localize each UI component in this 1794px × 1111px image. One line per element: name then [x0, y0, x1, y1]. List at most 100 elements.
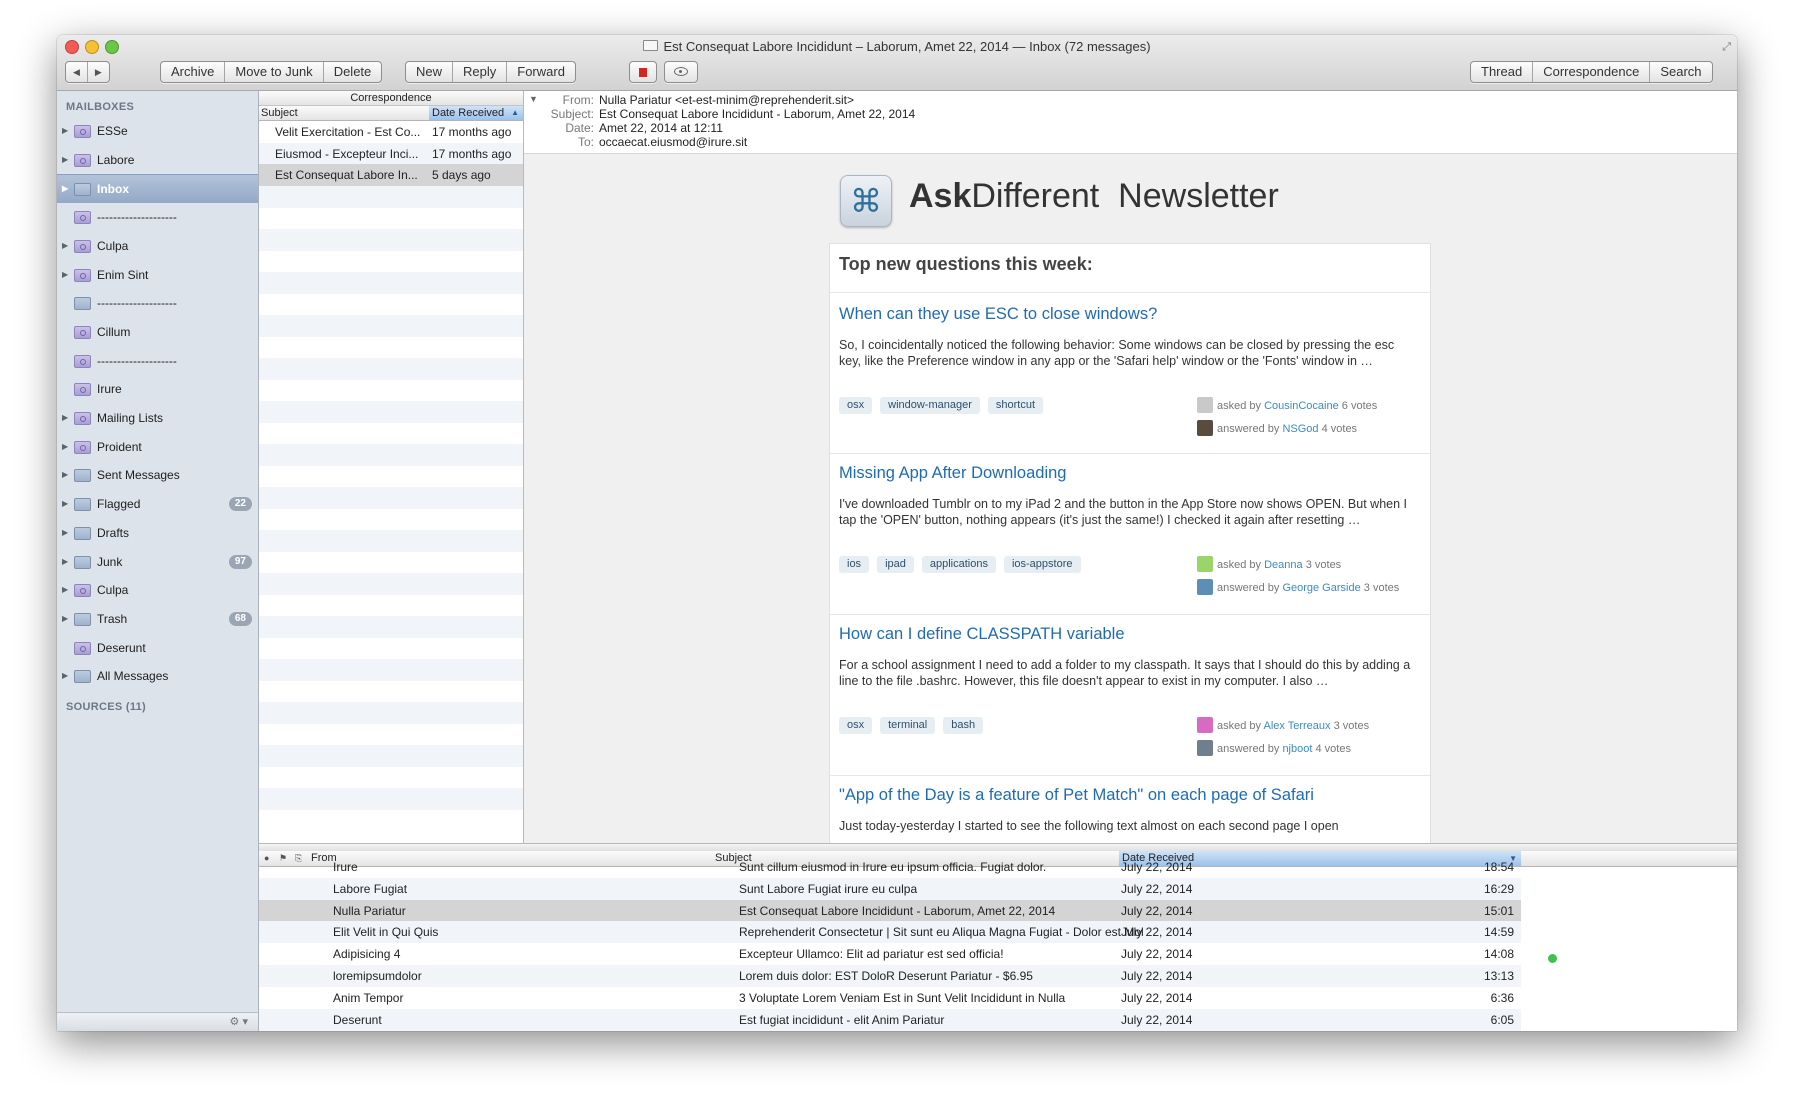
- mailbox-item[interactable]: ▶ Junk 97: [57, 548, 258, 576]
- thread-button[interactable]: Thread: [1471, 62, 1532, 82]
- mailbox-item[interactable]: Irure: [57, 375, 258, 403]
- disclosure-triangle-icon[interactable]: ▶: [62, 433, 68, 461]
- window-title-text: Est Consequat Labore Incididunt – Laboru…: [663, 39, 1151, 54]
- message-date: 17 months ago: [432, 125, 512, 139]
- mailbox-label: --------------------: [97, 210, 177, 225]
- tag-link[interactable]: terminal: [880, 717, 936, 734]
- question-title-link[interactable]: When can they use ESC to close windows?: [839, 305, 1157, 324]
- disclosure-triangle-icon[interactable]: ▶: [62, 175, 68, 203]
- answerer-link[interactable]: George Garside: [1282, 582, 1360, 594]
- disclosure-triangle-icon[interactable]: ▶: [62, 232, 68, 260]
- show-related-button[interactable]: [664, 61, 698, 83]
- thread-message-row[interactable]: Labore Fugiat Sunt Labore Fugiat irure eu…: [259, 877, 1521, 900]
- empty-row: [259, 615, 523, 638]
- mailbox-item[interactable]: ▶ Labore: [57, 146, 258, 174]
- question-title-link[interactable]: How can I define CLASSPATH variable: [839, 625, 1125, 644]
- disclosure-triangle-icon[interactable]: ▶: [62, 404, 68, 432]
- mailbox-item[interactable]: --------------------: [57, 289, 258, 317]
- reply-button[interactable]: Reply: [452, 62, 506, 82]
- answerer-meta: answered by George Garside 3 votes: [1197, 579, 1399, 595]
- mailbox-item[interactable]: ▶ Inbox: [57, 174, 258, 204]
- mailbox-item[interactable]: ▶ ESSe: [57, 117, 258, 145]
- disclosure-triangle-icon[interactable]: ▶: [62, 117, 68, 145]
- asker-link[interactable]: CousinCocaine: [1264, 400, 1339, 412]
- message-row[interactable]: Est Consequat Labore In... 5 days ago: [259, 164, 523, 186]
- tag-link[interactable]: shortcut: [987, 397, 1044, 414]
- thread-message-row[interactable]: Adipisicing 4 Excepteur Ullamco: Elit ad …: [259, 943, 1521, 965]
- received-date: July 22, 2014: [1121, 903, 1193, 918]
- user-avatar: [1197, 579, 1213, 595]
- mailbox-item[interactable]: ▶ Flagged 22: [57, 490, 258, 518]
- asker-label: asked by: [1217, 559, 1262, 571]
- new-message-button[interactable]: New: [406, 62, 452, 82]
- thread-message-row[interactable]: Irure Sunt cillum eiusmod in Irure eu ips…: [259, 856, 1521, 878]
- disclosure-triangle-icon[interactable]: ▶: [62, 261, 68, 289]
- asker-link[interactable]: Alex Terreaux: [1263, 720, 1330, 732]
- move-to-junk-button[interactable]: Move to Junk: [224, 62, 322, 82]
- mailbox-item[interactable]: ▶ Culpa: [57, 576, 258, 604]
- disclosure-triangle-icon[interactable]: ▶: [62, 146, 68, 174]
- back-forward-group: ◀ ▶: [65, 61, 110, 83]
- mailbox-item[interactable]: Deserunt: [57, 634, 258, 662]
- asker-link[interactable]: Deanna: [1264, 559, 1303, 571]
- mailbox-sidebar: MAILBOXES ▶ ESSe ▶ Labore ▶ Inbox ------------…: [57, 91, 259, 1031]
- delete-button[interactable]: Delete: [322, 62, 382, 82]
- votes-suffix: votes: [1342, 720, 1370, 732]
- tag-link[interactable]: osx: [839, 717, 873, 734]
- sources-heading[interactable]: SOURCES (11): [66, 701, 146, 713]
- mailbox-item[interactable]: ▶ Drafts: [57, 519, 258, 547]
- tag-link[interactable]: osx: [839, 397, 873, 414]
- disclosure-triangle-icon[interactable]: ▶: [62, 490, 68, 518]
- fullscreen-icon[interactable]: ⤢: [1722, 41, 1731, 54]
- mailbox-item[interactable]: ▶ All Messages: [57, 662, 258, 690]
- mailbox-item[interactable]: ▶ Sent Messages: [57, 461, 258, 489]
- mailbox-item[interactable]: ▶ Enim Sint: [57, 261, 258, 289]
- to-value[interactable]: occaecat.eiusmod@irure.sit: [599, 135, 747, 149]
- tag-link[interactable]: ios-appstore: [1003, 556, 1081, 573]
- disclosure-triangle-icon[interactable]: ▶: [62, 519, 68, 547]
- message-row[interactable]: Velit Exercitation - Est Co... 17 months …: [259, 121, 523, 143]
- tag-link[interactable]: ipad: [877, 556, 914, 573]
- disclosure-triangle-icon[interactable]: ▶: [62, 576, 68, 604]
- message-list-columns: Subject Date Received ▲: [259, 106, 523, 121]
- mailbox-item[interactable]: ▶ Mailing Lists: [57, 404, 258, 432]
- question-title-link[interactable]: "App of the Day is a feature of Pet Matc…: [839, 786, 1314, 805]
- from-value[interactable]: Nulla Pariatur <et-est-minim@reprehender…: [599, 93, 854, 107]
- disclosure-triangle-icon[interactable]: ▶: [62, 662, 68, 690]
- disclosure-triangle-icon[interactable]: ▼: [529, 94, 538, 104]
- question-title-link[interactable]: Missing App After Downloading: [839, 464, 1066, 483]
- thread-message-row[interactable]: Deserunt Est fugiat incididunt - elit Ani…: [259, 1008, 1521, 1031]
- tag-link[interactable]: bash: [943, 717, 984, 734]
- empty-row: [259, 314, 523, 337]
- thread-message-row[interactable]: loremipsumdolor Lorem duis dolor: EST Dol…: [259, 965, 1521, 987]
- gear-icon[interactable]: ⚙ ▾: [230, 1015, 248, 1028]
- mailbox-item[interactable]: ▶ Proident: [57, 433, 258, 461]
- thread-message-row[interactable]: Nulla Pariatur Est Consequat Labore Incid…: [259, 899, 1521, 922]
- smart-mailbox-icon: [74, 325, 91, 339]
- subject-column-header[interactable]: Subject: [261, 106, 298, 120]
- disclosure-triangle-icon[interactable]: ▶: [62, 548, 68, 576]
- answerer-link[interactable]: njboot: [1282, 743, 1312, 755]
- back-button[interactable]: ◀: [66, 62, 87, 82]
- tag-link[interactable]: ios: [839, 556, 870, 573]
- answerer-link[interactable]: NSGod: [1282, 423, 1318, 435]
- forward-button[interactable]: Forward: [506, 62, 575, 82]
- mailbox-item[interactable]: --------------------: [57, 203, 258, 231]
- correspondence-button[interactable]: Correspondence: [1532, 62, 1649, 82]
- forward-nav-button[interactable]: ▶: [86, 62, 109, 82]
- mailbox-item[interactable]: ▶ Trash 68: [57, 605, 258, 633]
- mailbox-item[interactable]: ▶ Culpa: [57, 232, 258, 260]
- thread-message-row[interactable]: Elit Velit in Qui Quis Reprehenderit Cons…: [259, 921, 1521, 944]
- thread-message-row[interactable]: Anim Tempor 3 Voluptate Lorem Veniam Est …: [259, 987, 1521, 1009]
- disclosure-triangle-icon[interactable]: ▶: [62, 605, 68, 633]
- mailbox-item[interactable]: Cillum: [57, 318, 258, 346]
- tag-link[interactable]: window-manager: [880, 397, 980, 414]
- message-row[interactable]: Eiusmod - Excepteur Inci... 17 months ago: [259, 142, 523, 165]
- mailbox-item[interactable]: --------------------: [57, 347, 258, 375]
- disclosure-triangle-icon[interactable]: ▶: [62, 461, 68, 489]
- archive-button[interactable]: Archive: [161, 62, 224, 82]
- flag-button[interactable]: [629, 61, 657, 83]
- search-button[interactable]: Search: [1649, 62, 1711, 82]
- tag-link[interactable]: applications: [921, 556, 996, 573]
- date-column-header[interactable]: Date Received ▲: [429, 106, 523, 120]
